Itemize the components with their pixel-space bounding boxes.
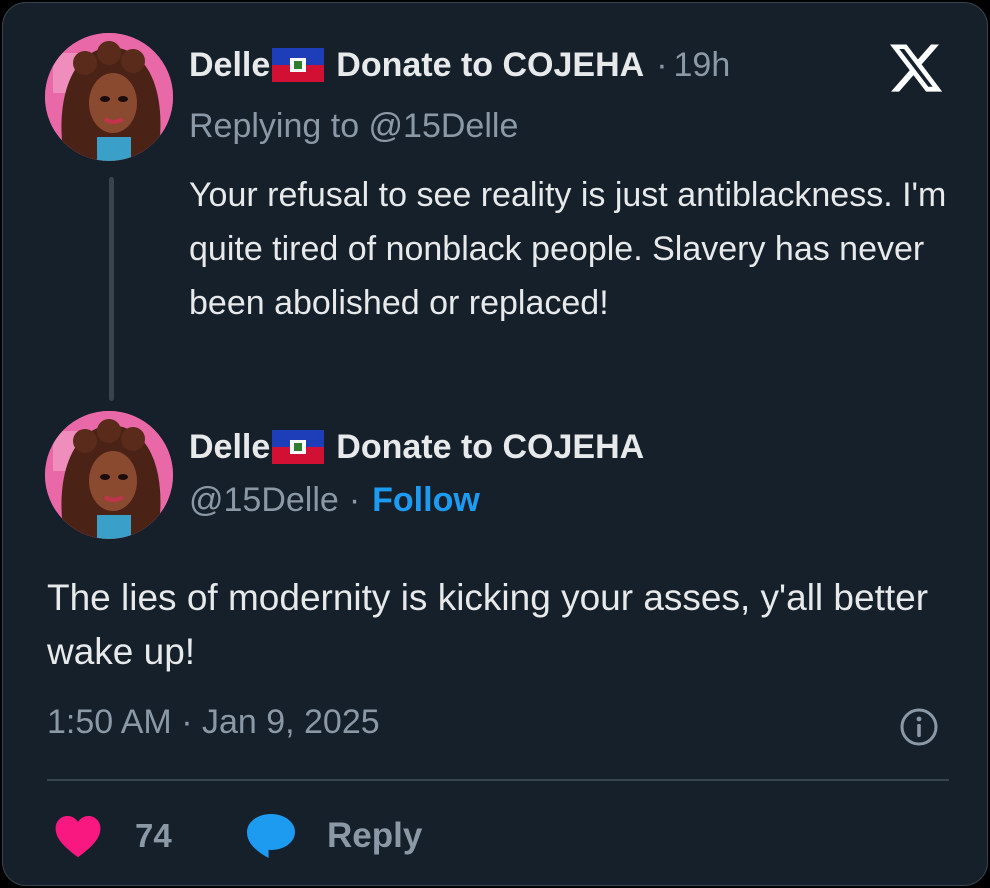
avatar[interactable]	[45, 411, 173, 539]
main-tweet-text: The lies of modernity is kicking your as…	[47, 577, 929, 672]
relative-time[interactable]: 19h	[674, 46, 731, 85]
separator: ·	[348, 481, 361, 519]
reply-tweet-text: Your refusal to see reality is just anti…	[189, 176, 947, 322]
follow-button[interactable]: Follow	[372, 481, 480, 520]
reply-label: Reply	[327, 816, 423, 855]
tweet-embed-card: Delle Donate to COJEHA · 19h Replying to…	[2, 2, 988, 886]
haiti-flag-icon	[272, 48, 325, 82]
handle-line: @15Delle · Follow	[189, 481, 480, 520]
divider	[47, 779, 949, 781]
replying-to-label[interactable]: Replying to @15Delle	[189, 107, 518, 146]
heart-icon	[55, 816, 101, 858]
display-name[interactable]: Delle	[189, 46, 270, 85]
display-name-suffix[interactable]: Donate to COJEHA	[336, 428, 644, 467]
avatar[interactable]	[45, 33, 173, 161]
main-author-name-line: Delle Donate to COJEHA	[189, 425, 644, 469]
display-name[interactable]: Delle	[189, 428, 270, 467]
handle[interactable]: @15Delle	[189, 481, 339, 520]
haiti-flag-icon	[272, 430, 325, 464]
tweet-timestamp[interactable]: 1:50 AM · Jan 9, 2025	[47, 703, 380, 742]
thread-connector	[109, 177, 114, 401]
display-name-suffix[interactable]: Donate to COJEHA	[336, 46, 644, 85]
like-button[interactable]: 74	[53, 811, 172, 861]
like-count: 74	[135, 817, 172, 854]
speech-bubble-icon	[247, 814, 295, 858]
separator: ·	[656, 45, 668, 84]
reply-button[interactable]: Reply	[245, 811, 422, 861]
x-logo-icon[interactable]	[887, 39, 945, 97]
reply-author-name-line: Delle Donate to COJEHA · 19h	[189, 43, 730, 87]
info-icon[interactable]	[899, 707, 939, 747]
